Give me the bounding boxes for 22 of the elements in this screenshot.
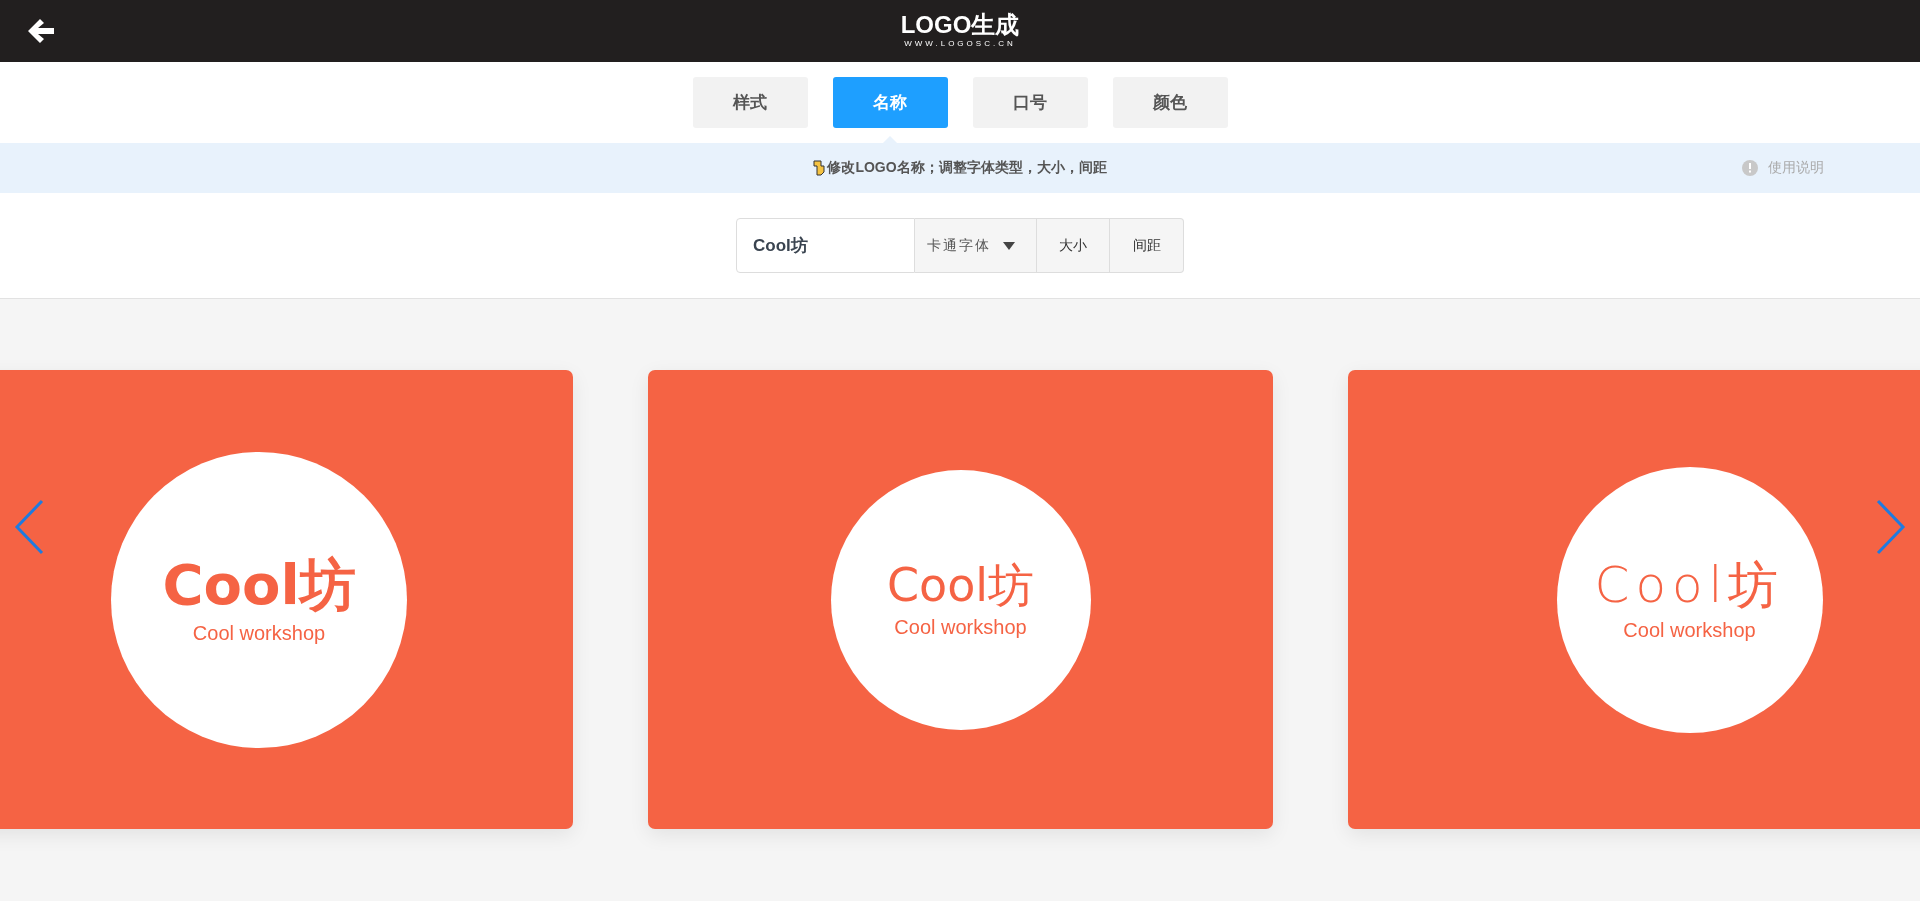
pointing-hand-icon — [813, 160, 826, 176]
logo-url: WWW.LOGOSC.CN — [904, 38, 1016, 50]
logo-title: Cool坊 — [1594, 557, 1785, 613]
logo-text: LOGO生成 — [900, 12, 1020, 38]
back-arrow-icon[interactable] — [26, 16, 56, 46]
caret-icon — [1003, 241, 1015, 250]
tab[interactable]: 颜色 — [1112, 77, 1228, 128]
name-input-field[interactable]: Cool坊 — [736, 218, 915, 273]
spacing-button[interactable]: 间距 — [1110, 218, 1184, 273]
tab[interactable]: 样式 — [692, 77, 808, 128]
font-dropdown[interactable]: 卡通字体 — [915, 218, 1037, 273]
logo-title: Cool坊 — [162, 554, 356, 616]
tab[interactable]: 口号 — [972, 77, 1088, 128]
next-icon[interactable] — [1876, 499, 1906, 555]
size-button[interactable]: 大小 — [1037, 218, 1110, 273]
logo-subtitle: Cool workshop — [894, 616, 1027, 640]
previous-icon[interactable] — [14, 499, 44, 555]
logo-title: Cool坊 — [886, 559, 1035, 611]
logo-subtitle: Cool workshop — [1623, 618, 1756, 642]
info-icon — [1742, 160, 1758, 176]
hint-text: 修改LOGO名称；调整字体类型，大小，间距 — [827, 159, 1107, 177]
logo-subtitle: Cool workshop — [192, 621, 326, 645]
